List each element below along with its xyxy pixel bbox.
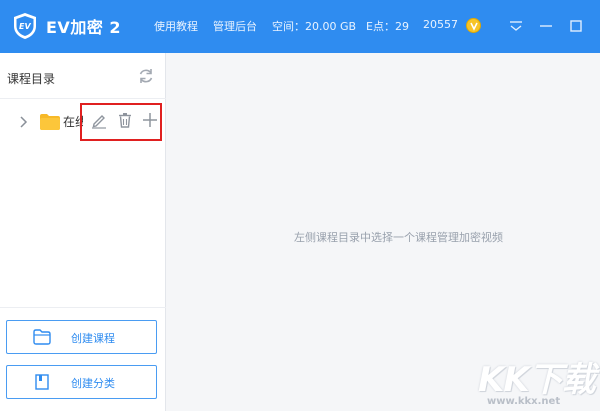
create-category-button[interactable]: 创建分类	[6, 365, 157, 399]
action-highlight-box	[80, 103, 162, 141]
minimize-icon[interactable]	[536, 16, 556, 36]
storage-space: 空间：20.00 GB	[272, 20, 357, 33]
create-course-button[interactable]: 创建课程	[6, 320, 157, 354]
coin-balance: 20557	[423, 18, 458, 31]
coin-icon[interactable]	[466, 18, 481, 33]
empty-state-hint: 左侧课程目录中选择一个课程管理加密视频	[294, 231, 503, 244]
add-icon[interactable]	[141, 111, 159, 129]
refresh-icon[interactable]	[136, 66, 156, 86]
sidebar-title: 课程目录	[7, 72, 56, 86]
create-category-label: 创建分类	[71, 377, 115, 390]
create-course-label: 创建课程	[71, 332, 115, 345]
edit-icon[interactable]	[90, 111, 108, 129]
title-bar: EV EV加密 2 使用教程 管理后台 空间：20.00 GB E点：29 20…	[0, 0, 600, 53]
sidebar-divider	[0, 98, 166, 99]
admin-link[interactable]: 管理后台	[213, 18, 257, 34]
ev-shield-logo-icon: EV	[14, 13, 36, 39]
watermark-logo: KK下载	[478, 360, 596, 400]
e-points: E点：29	[366, 20, 409, 33]
tree-item-folder[interactable]: 在线	[0, 103, 166, 141]
svg-text:EV: EV	[19, 22, 31, 31]
maximize-icon[interactable]	[566, 16, 586, 36]
folder-icon	[40, 114, 60, 130]
watermark-url: www.kkx.net	[487, 396, 561, 407]
book-icon	[35, 374, 49, 390]
chevron-right-icon[interactable]	[17, 115, 29, 129]
tutorial-link[interactable]: 使用教程	[154, 18, 198, 34]
delete-icon[interactable]	[116, 111, 134, 129]
course-sidebar: 课程目录 在线 创建课程 创建分类	[0, 53, 166, 411]
app-title: EV加密 2	[46, 18, 122, 37]
dropdown-icon[interactable]	[506, 16, 526, 36]
folder-outline-icon	[33, 329, 51, 345]
sidebar-bottom-divider	[0, 307, 166, 308]
